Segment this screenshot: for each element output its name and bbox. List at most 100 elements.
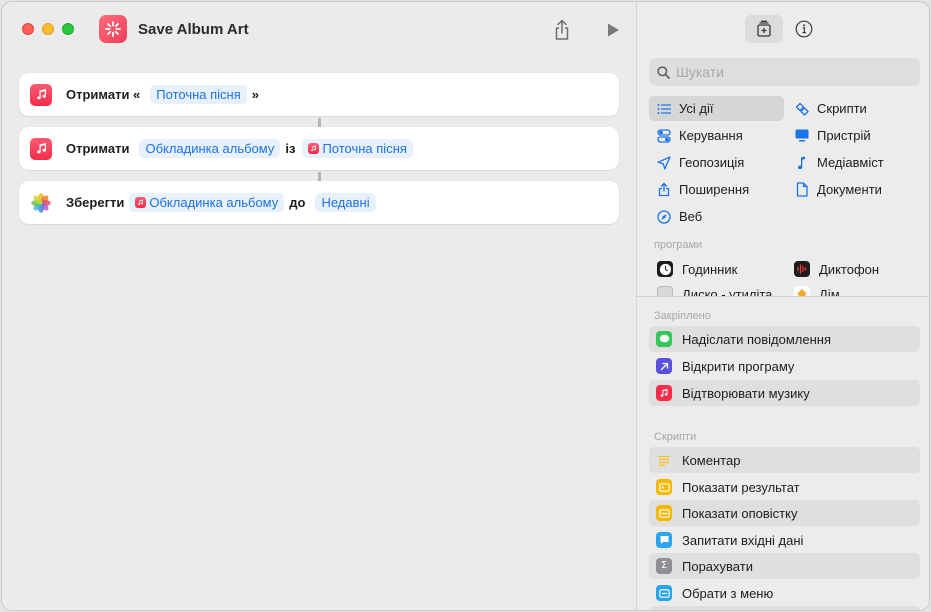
- music-app-icon: [30, 83, 52, 106]
- pinned-section-label: Закріплено: [654, 310, 711, 322]
- app-disk-utility[interactable]: Диско - утиліта: [657, 284, 772, 296]
- music-note-icon: [135, 197, 147, 208]
- app-voice-memos[interactable]: Диктофон: [794, 257, 879, 281]
- document-icon: [794, 182, 810, 198]
- open-arrow-icon: [656, 358, 672, 374]
- library-toggle-button[interactable]: [745, 15, 783, 43]
- info-button[interactable]: [795, 20, 813, 38]
- alert-icon: [656, 505, 672, 521]
- category-label: Документи: [817, 182, 882, 197]
- scripting-icon: [794, 101, 810, 117]
- music-note-icon: [656, 385, 672, 401]
- comment-lines-icon: [656, 452, 672, 468]
- app-label: Дім: [819, 286, 840, 297]
- search-input[interactable]: [676, 64, 906, 80]
- play-icon: [608, 23, 619, 37]
- album-artwork-token[interactable]: Обкладинка альбому: [139, 139, 281, 158]
- item-label: Запитати вхідні дані: [682, 532, 804, 548]
- app-label: Годинник: [682, 261, 738, 277]
- apps-section-label: програми: [654, 239, 703, 251]
- show-result-icon: [656, 479, 672, 495]
- category-label: Медіавміст: [817, 155, 884, 170]
- monitor-icon: [794, 128, 810, 144]
- compass-icon: [656, 209, 672, 225]
- action-suffix: »: [251, 87, 260, 102]
- script-list-clipped-row: [649, 606, 920, 610]
- category-documents[interactable]: Документи: [787, 177, 922, 202]
- category-scripting[interactable]: Скрипти: [787, 96, 922, 121]
- list-icon: [656, 101, 672, 117]
- album-destination-token[interactable]: Недавні: [315, 193, 376, 212]
- category-control[interactable]: Керування: [649, 123, 784, 148]
- shortcut-title[interactable]: Save Album Art: [138, 21, 249, 38]
- variable-label: Поточна пісня: [322, 141, 407, 156]
- item-label: Відкрити програму: [682, 358, 795, 374]
- search-field[interactable]: [649, 58, 920, 86]
- suggestions-panel: Закріплено Надіслати повідомлення Відкри…: [637, 297, 929, 610]
- app-home[interactable]: Дім: [794, 284, 840, 296]
- category-label: Керування: [679, 128, 743, 143]
- item-label: Надіслати повідомлення: [682, 331, 831, 347]
- app-clock[interactable]: Годинник: [657, 257, 737, 281]
- photos-app-icon: [30, 191, 52, 214]
- category-all-actions[interactable]: Усі дії: [649, 96, 784, 121]
- variable-label: Обкладинка альбому: [149, 195, 279, 210]
- pinned-play-music[interactable]: Відтворювати музику: [649, 380, 920, 406]
- share-icon: [656, 182, 672, 198]
- action-joiner: до: [289, 195, 306, 210]
- item-label: Відтворювати музику: [682, 385, 810, 401]
- item-label: Обрати з меню: [682, 585, 774, 601]
- category-media[interactable]: Медіавміст: [787, 150, 922, 175]
- script-calculate[interactable]: Σ Порахувати: [649, 553, 920, 579]
- category-label: Геопозиція: [679, 155, 745, 170]
- script-ask-input[interactable]: Запитати вхідні дані: [649, 527, 920, 553]
- action-verb: Отримати: [66, 141, 130, 156]
- scripts-section-label: Скрипти: [654, 431, 697, 443]
- menu-icon: [656, 585, 672, 601]
- current-song-token[interactable]: Поточна пісня: [150, 85, 247, 104]
- action-verb: Зберегти: [66, 195, 125, 210]
- action-verb: Отримати «: [66, 87, 141, 102]
- category-device[interactable]: Пристрій: [787, 123, 922, 148]
- category-sharing[interactable]: Поширення: [649, 177, 784, 202]
- script-show-alert[interactable]: Показати оповістку: [649, 500, 920, 526]
- pinned-send-message[interactable]: Надіслати повідомлення: [649, 326, 920, 352]
- sparkle-icon: [105, 21, 121, 37]
- action-save-to-photos[interactable]: Зберегти Обкладинка альбому до Недавні: [19, 181, 619, 224]
- script-show-result[interactable]: Показати результат: [649, 474, 920, 500]
- run-button[interactable]: [605, 22, 621, 38]
- zoom-button[interactable]: [62, 23, 74, 35]
- script-comment[interactable]: Коментар: [649, 447, 920, 473]
- share-icon: [555, 19, 569, 40]
- window-controls: [22, 23, 74, 35]
- action-get-current-song[interactable]: Отримати « Поточна пісня »: [19, 73, 619, 116]
- close-button[interactable]: [22, 23, 34, 35]
- item-label: Порахувати: [682, 558, 753, 574]
- item-label: Показати результат: [682, 479, 800, 495]
- search-icon: [657, 65, 670, 79]
- waveform-icon: [794, 261, 810, 277]
- action-joiner: із: [285, 141, 296, 156]
- share-button[interactable]: [551, 18, 573, 42]
- music-app-icon: [30, 137, 52, 160]
- app-label: Диктофон: [819, 261, 880, 277]
- pinned-open-app[interactable]: Відкрити програму: [649, 353, 920, 379]
- category-web[interactable]: Веб: [649, 204, 784, 229]
- music-note-icon: [794, 155, 810, 171]
- category-label: Веб: [679, 209, 703, 224]
- clock-icon: [657, 261, 673, 277]
- script-choose-from-menu[interactable]: Обрати з меню: [649, 580, 920, 606]
- item-label: Коментар: [682, 452, 741, 468]
- album-artwork-variable[interactable]: Обкладинка альбому: [129, 193, 285, 212]
- category-label: Усі дії: [679, 101, 714, 116]
- library-add-icon: [757, 20, 771, 37]
- music-note-icon: [308, 143, 320, 154]
- action-get-album-artwork[interactable]: Отримати Обкладинка альбому із Поточна п…: [19, 127, 619, 170]
- category-location[interactable]: Геопозиція: [649, 150, 784, 175]
- toggle-icon: [656, 128, 672, 144]
- current-song-variable[interactable]: Поточна пісня: [302, 139, 413, 158]
- info-icon: [795, 20, 813, 38]
- apps-clipped-row: Диско - утиліта Дім: [637, 284, 929, 296]
- shortcut-icon[interactable]: [99, 15, 127, 43]
- minimize-button[interactable]: [42, 23, 54, 35]
